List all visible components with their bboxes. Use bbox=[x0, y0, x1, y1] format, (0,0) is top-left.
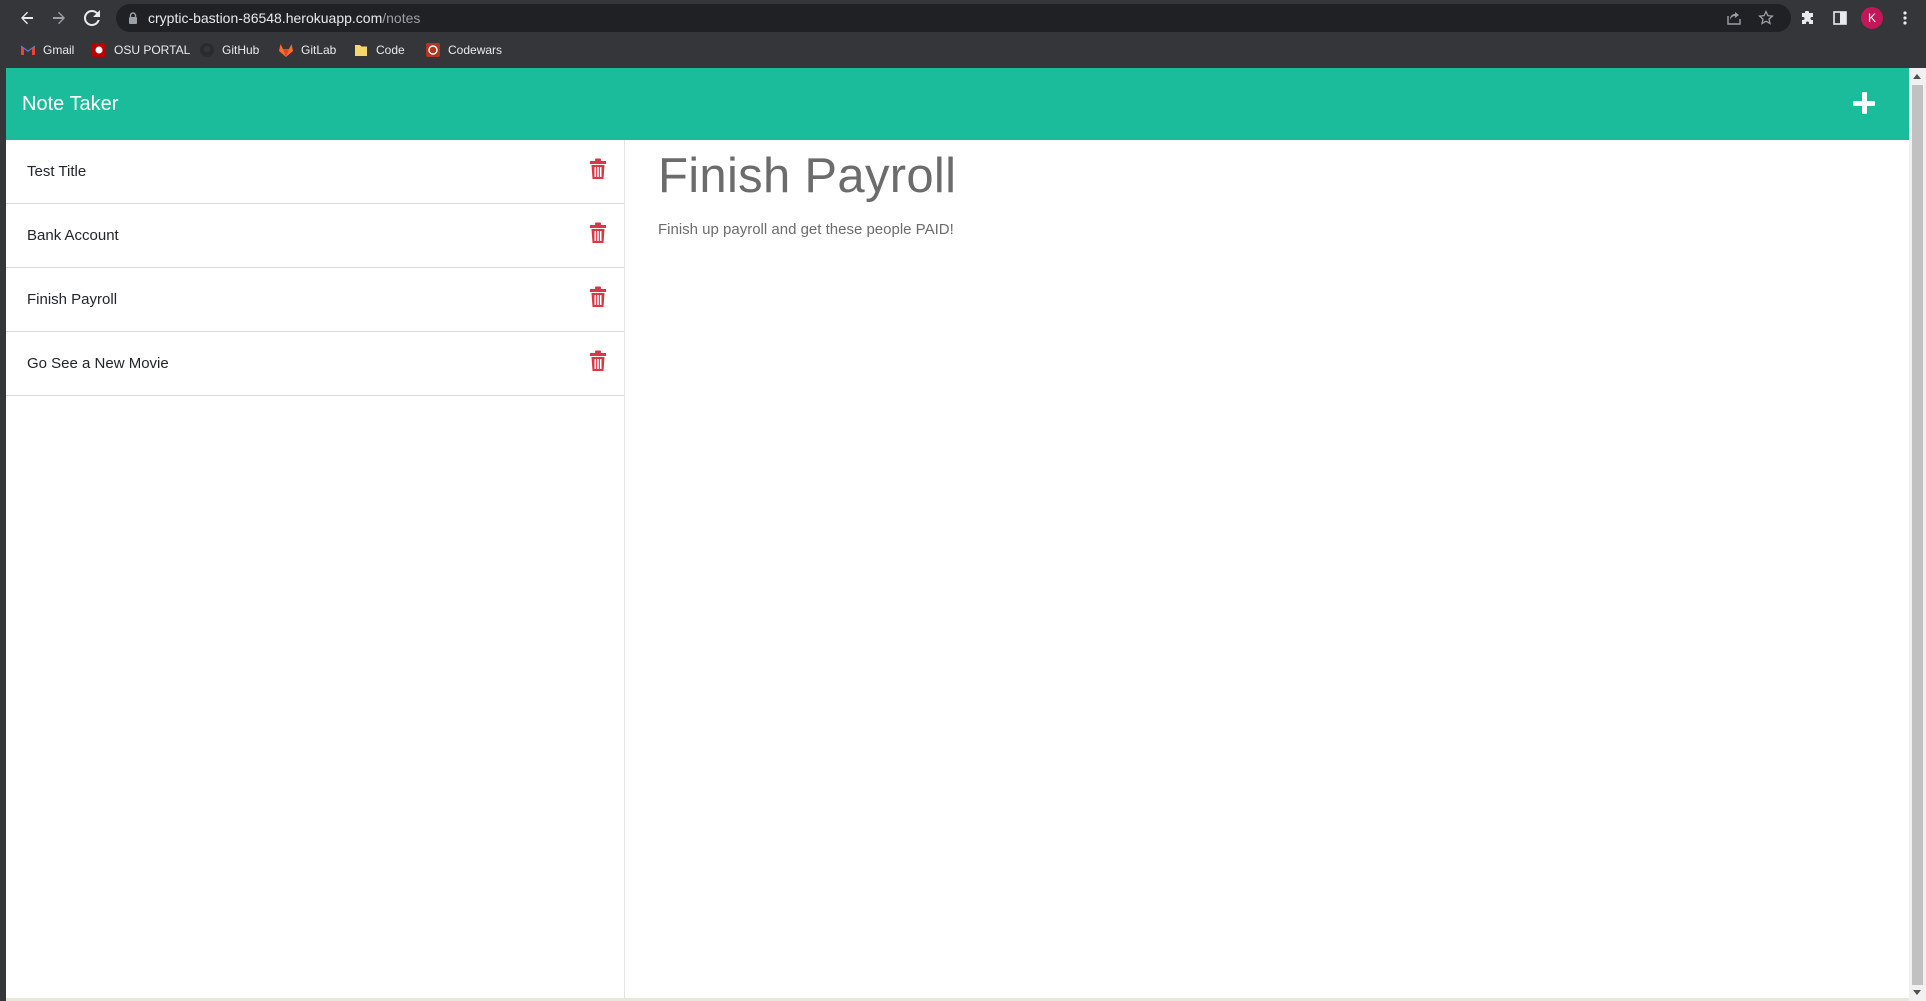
bookmark-label: OSU PORTAL bbox=[114, 43, 191, 57]
note-list-title: Test Title bbox=[27, 163, 87, 180]
kebab-menu-icon bbox=[1903, 11, 1907, 25]
folder-icon bbox=[353, 42, 369, 58]
bookmark-label: GitLab bbox=[301, 43, 337, 57]
scroll-down-arrow-icon[interactable] bbox=[1913, 990, 1921, 995]
bookmark-label: Codewars bbox=[448, 43, 503, 57]
bookmark-label: Code bbox=[376, 43, 405, 57]
trash-icon[interactable] bbox=[589, 350, 607, 372]
trash-icon[interactable] bbox=[589, 286, 607, 308]
browser-menu-button[interactable] bbox=[1893, 6, 1917, 30]
puzzle-icon bbox=[1802, 11, 1813, 24]
note-list-title: Bank Account bbox=[27, 227, 119, 244]
side-panel-icon bbox=[1833, 11, 1847, 25]
url-text: cryptic-bastion-86548.herokuapp.com/note… bbox=[148, 4, 420, 32]
profile-avatar[interactable]: K bbox=[1861, 7, 1883, 29]
app-navbar: Note Taker bbox=[6, 68, 1909, 140]
lock-icon bbox=[129, 12, 137, 24]
forward-button[interactable] bbox=[47, 6, 71, 30]
note-list-title: Go See a New Movie bbox=[27, 355, 169, 372]
bookmarks-bar: Gmail OSU PORTAL GitHub GitLab Code Code… bbox=[0, 38, 1926, 62]
extensions-button[interactable] bbox=[1796, 6, 1820, 30]
share-icon[interactable] bbox=[1726, 11, 1742, 25]
scroll-thumb[interactable] bbox=[1912, 85, 1923, 985]
bookmark-star-icon[interactable] bbox=[1758, 10, 1774, 26]
gmail-icon bbox=[20, 42, 36, 58]
side-panel-button[interactable] bbox=[1828, 6, 1852, 30]
reload-icon bbox=[84, 10, 100, 26]
forward-arrow-icon bbox=[53, 11, 65, 25]
address-bar-row: cryptic-bastion-86548.herokuapp.com/note… bbox=[0, 0, 1926, 36]
url-host: cryptic-bastion-86548.herokuapp.com bbox=[148, 10, 383, 26]
trash-icon[interactable] bbox=[589, 222, 607, 244]
gitlab-icon bbox=[278, 42, 294, 58]
bookmark-gmail[interactable]: Gmail bbox=[20, 38, 74, 62]
new-note-plus-icon[interactable] bbox=[1851, 90, 1879, 118]
note-text-area[interactable]: Finish up payroll and get these people P… bbox=[658, 221, 954, 238]
note-list-title: Finish Payroll bbox=[27, 291, 118, 308]
bookmark-code[interactable]: Code bbox=[353, 38, 405, 62]
bookmark-gitlab[interactable]: GitLab bbox=[278, 38, 336, 62]
codewars-icon bbox=[425, 42, 441, 58]
note-list: Test Title Bank Account Finish Payroll G… bbox=[6, 140, 625, 998]
address-bar[interactable]: cryptic-bastion-86548.herokuapp.com/note… bbox=[116, 4, 1791, 32]
reload-button[interactable] bbox=[80, 6, 104, 30]
github-icon bbox=[199, 42, 215, 58]
list-item[interactable]: Test Title bbox=[6, 140, 624, 204]
back-button[interactable] bbox=[15, 6, 39, 30]
back-arrow-icon bbox=[21, 11, 33, 25]
trash-icon[interactable] bbox=[589, 158, 607, 180]
bookmark-osu-portal[interactable]: OSU PORTAL bbox=[91, 38, 190, 62]
list-item[interactable]: Finish Payroll bbox=[6, 268, 624, 332]
url-path: /notes bbox=[382, 10, 421, 26]
bookmark-label: Gmail bbox=[43, 43, 75, 57]
bookmark-github[interactable]: GitHub bbox=[199, 38, 259, 62]
bookmark-codewars[interactable]: Codewars bbox=[425, 38, 502, 62]
page-scrollbar[interactable] bbox=[1909, 68, 1926, 1001]
list-item[interactable]: Bank Account bbox=[6, 204, 624, 268]
bookmark-label: GitHub bbox=[222, 43, 260, 57]
list-item[interactable]: Go See a New Movie bbox=[6, 332, 624, 396]
note-editor: Finish Payroll Finish up payroll and get… bbox=[626, 140, 1909, 998]
app-title[interactable]: Note Taker bbox=[22, 68, 118, 140]
note-title-input[interactable]: Finish Payroll bbox=[658, 148, 956, 204]
browser-chrome: cryptic-bastion-86548.herokuapp.com/note… bbox=[0, 0, 1926, 68]
osu-icon bbox=[91, 42, 107, 58]
scroll-up-arrow-icon[interactable] bbox=[1913, 74, 1921, 79]
